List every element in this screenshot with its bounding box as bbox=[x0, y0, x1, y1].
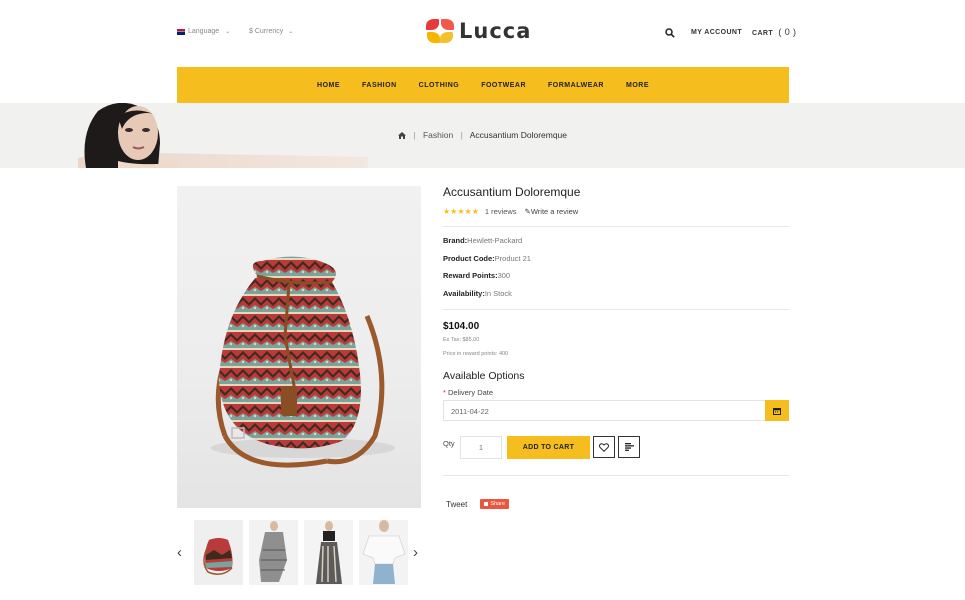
nav-item-more[interactable]: MORE bbox=[615, 82, 660, 89]
delivery-date-input[interactable] bbox=[444, 402, 754, 421]
bucket-bag-image bbox=[211, 256, 395, 468]
delivery-date-label: * Delivery Date bbox=[443, 388, 789, 397]
calendar-icon bbox=[773, 407, 781, 415]
nav-item-fashion[interactable]: FASHION bbox=[351, 82, 408, 89]
add-to-cart-button[interactable]: ADD TO CART bbox=[507, 436, 590, 459]
share-icon bbox=[484, 502, 489, 506]
spec-value: Product 21 bbox=[494, 253, 531, 263]
add-to-cart-row: Qty 1 ADD TO CART bbox=[443, 436, 789, 460]
tweet-button[interactable]: Tweet bbox=[446, 500, 467, 509]
options-title: Available Options bbox=[443, 370, 525, 382]
cart-link[interactable]: CART ( 0 ) bbox=[752, 27, 796, 37]
star-rating: ★★★★★ bbox=[443, 207, 479, 216]
write-review-label: Write a review bbox=[530, 207, 579, 216]
product-details: Accusantium Doloremque ★★★★★ 1 reviews ✎… bbox=[443, 185, 789, 476]
currency-selector[interactable]: $ Currency ⌄ bbox=[249, 28, 293, 35]
required-marker: * bbox=[443, 388, 446, 397]
delivery-date-field bbox=[443, 400, 789, 421]
breadcrumb-category[interactable]: Fashion bbox=[423, 130, 453, 140]
spec-label: Brand: bbox=[443, 236, 468, 245]
butterfly-logo-icon bbox=[426, 19, 454, 43]
nav-item-footwear[interactable]: FOOTWEAR bbox=[470, 82, 537, 89]
search-icon[interactable] bbox=[665, 28, 675, 38]
product-main-image[interactable] bbox=[177, 186, 421, 508]
spec-brand: Brand:Hewlett-Packard bbox=[443, 232, 789, 250]
breadcrumb-separator: | bbox=[413, 130, 416, 140]
divider bbox=[443, 475, 789, 476]
rating-row: ★★★★★ 1 reviews ✎Write a review bbox=[443, 207, 789, 216]
spec-availability: Availability:In Stock bbox=[443, 285, 789, 303]
spec-label: Availability: bbox=[443, 288, 485, 298]
thumbnail-carousel: ‹ › bbox=[177, 520, 421, 586]
product-specs: Brand:Hewlett-Packard Product Code:Produ… bbox=[443, 232, 789, 302]
reward-points-price: Price in reward points: 400 bbox=[443, 351, 509, 357]
cart-label: CART bbox=[752, 30, 774, 37]
qty-input[interactable]: 1 bbox=[460, 436, 502, 459]
spec-value: In Stock bbox=[484, 288, 512, 298]
compare-icon bbox=[624, 443, 634, 451]
logo[interactable]: Lucca bbox=[426, 19, 531, 43]
cart-count: ( 0 ) bbox=[778, 27, 797, 37]
nav-item-formalwear[interactable]: FORMALWEAR bbox=[537, 82, 615, 89]
compare-button[interactable] bbox=[618, 436, 640, 458]
uk-flag-icon bbox=[177, 28, 185, 35]
spec-label: Reward Points: bbox=[443, 271, 498, 280]
page-banner: | Fashion | Accusantium Doloremque bbox=[0, 103, 965, 168]
breadcrumb-current[interactable]: Accusantium Doloremque bbox=[470, 130, 567, 140]
my-account-link[interactable]: MY ACCOUNT bbox=[691, 29, 742, 36]
thumbnail-top[interactable] bbox=[359, 520, 408, 585]
main-nav: HOME FASHION CLOTHING FOOTWEAR FORMALWEA… bbox=[177, 67, 789, 103]
home-icon[interactable] bbox=[397, 132, 406, 139]
breadcrumb-separator: | bbox=[460, 130, 463, 140]
ex-tax-price: Ex Tax: $85.00 bbox=[443, 337, 480, 343]
thumbnail-dress[interactable] bbox=[249, 520, 298, 585]
language-label: Language bbox=[188, 28, 220, 35]
thumbnail-bag[interactable] bbox=[194, 520, 243, 585]
spec-label: Product Code: bbox=[443, 253, 495, 263]
divider bbox=[443, 226, 789, 227]
share-label: Share bbox=[490, 501, 506, 507]
spec-code: Product Code:Product 21 bbox=[443, 250, 789, 268]
product-price: $104.00 bbox=[443, 321, 480, 332]
thumbnail-skirt[interactable] bbox=[304, 520, 353, 585]
divider bbox=[443, 309, 789, 310]
chevron-left-icon[interactable]: ‹ bbox=[177, 544, 182, 561]
delivery-date-text: Delivery Date bbox=[448, 388, 494, 397]
logo-text: Lucca bbox=[459, 19, 532, 43]
share-button[interactable]: Share bbox=[480, 499, 510, 509]
chevron-down-icon: ⌄ bbox=[225, 29, 231, 35]
heart-icon bbox=[599, 442, 609, 452]
top-header: Language ⌄ $ Currency ⌄ Lucca MY ACCOUNT… bbox=[0, 0, 965, 67]
nav-item-home[interactable]: HOME bbox=[306, 82, 351, 89]
spec-value: 300 bbox=[497, 271, 511, 280]
qty-label: Qty bbox=[443, 439, 455, 448]
breadcrumb: | Fashion | Accusantium Doloremque bbox=[0, 130, 965, 140]
brand-link[interactable]: Hewlett-Packard bbox=[467, 236, 522, 245]
nav-item-clothing[interactable]: CLOTHING bbox=[408, 82, 471, 89]
write-review-link[interactable]: ✎Write a review bbox=[525, 207, 579, 216]
reviews-link[interactable]: 1 reviews bbox=[485, 207, 517, 216]
chevron-down-icon: ⌄ bbox=[288, 29, 294, 35]
calendar-button[interactable] bbox=[765, 400, 789, 421]
chevron-right-icon[interactable]: › bbox=[413, 544, 418, 561]
product-title: Accusantium Doloremque bbox=[443, 185, 581, 199]
wishlist-button[interactable] bbox=[593, 436, 615, 458]
currency-label: $ Currency bbox=[249, 28, 284, 35]
social-share: Tweet Share bbox=[446, 499, 510, 509]
spec-reward: Reward Points:300 bbox=[443, 267, 789, 285]
language-selector[interactable]: Language ⌄ bbox=[177, 28, 230, 35]
